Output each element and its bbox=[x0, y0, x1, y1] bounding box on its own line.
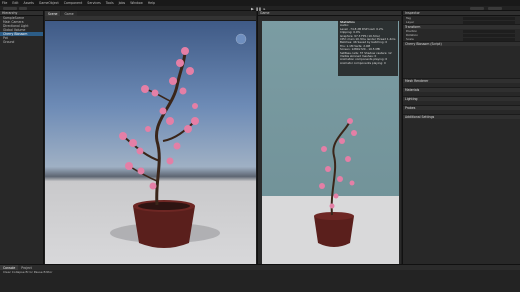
pot bbox=[314, 216, 354, 247]
menu-gameobject[interactable]: GameObject bbox=[39, 1, 59, 5]
pot bbox=[133, 206, 195, 248]
play-button[interactable]: ▶ bbox=[250, 7, 255, 11]
game-tab-label: Game bbox=[260, 11, 270, 15]
menu-window[interactable]: Window bbox=[130, 1, 143, 5]
scene-render bbox=[110, 33, 247, 248]
step-button[interactable]: ▸ bbox=[262, 7, 267, 11]
pot-rim bbox=[314, 212, 354, 220]
layer-dropdown[interactable] bbox=[463, 20, 515, 24]
menu-assets[interactable]: Assets bbox=[24, 1, 34, 5]
menu-jobs[interactable]: Jobs bbox=[119, 1, 126, 5]
menu-file[interactable]: File bbox=[2, 1, 7, 5]
inspector-row: Layer bbox=[403, 20, 520, 24]
account-button[interactable] bbox=[3, 7, 17, 10]
menu-services[interactable]: Services bbox=[87, 1, 100, 5]
layer-label: Layer bbox=[406, 20, 415, 24]
scene-viewport[interactable] bbox=[45, 21, 256, 264]
tree-trunk bbox=[155, 50, 187, 206]
hierarchy-panel: Hierarchy SampleScene Main Camera Direct… bbox=[0, 11, 44, 264]
hierarchy-tab-label: Hierarchy bbox=[2, 11, 18, 15]
console-toolbar[interactable]: Clear Collapse Error Pause Editor bbox=[0, 270, 520, 274]
inspector-row: Scale bbox=[403, 37, 520, 41]
hierarchy-row[interactable]: Ground bbox=[0, 40, 43, 44]
tab-game[interactable]: Game bbox=[258, 11, 401, 16]
menu-component[interactable]: Component bbox=[64, 1, 83, 5]
inspector-tab-label: Inspector bbox=[405, 11, 420, 15]
inspector-panel: Inspector Tag Layer Transform Position R… bbox=[402, 11, 520, 264]
scale-label: Scale bbox=[406, 37, 414, 41]
component-section[interactable]: Additional Settings bbox=[403, 114, 520, 119]
menu-tools[interactable]: Tools bbox=[106, 1, 114, 5]
stats-line: Animator components playing: 0 bbox=[340, 61, 386, 65]
console-panel: Console Project Clear Collapse Error Pau… bbox=[0, 264, 520, 292]
menu-edit[interactable]: Edit bbox=[12, 1, 18, 5]
pause-button[interactable]: ❚❚ bbox=[256, 7, 262, 11]
cloud-button[interactable] bbox=[19, 7, 27, 10]
scene-gizmo-icon bbox=[235, 33, 247, 45]
stats-overlay: Statistics Audio: Level: -74.8 dB DSP lo… bbox=[338, 20, 398, 76]
scene-panel: Scene Game bbox=[45, 11, 256, 264]
layout-dropdown[interactable] bbox=[488, 7, 502, 10]
scale-field[interactable] bbox=[463, 37, 515, 41]
pot-soil bbox=[138, 202, 190, 210]
menu-help[interactable]: Help bbox=[148, 1, 155, 5]
blossoms bbox=[319, 118, 357, 209]
layers-dropdown[interactable] bbox=[470, 7, 484, 10]
